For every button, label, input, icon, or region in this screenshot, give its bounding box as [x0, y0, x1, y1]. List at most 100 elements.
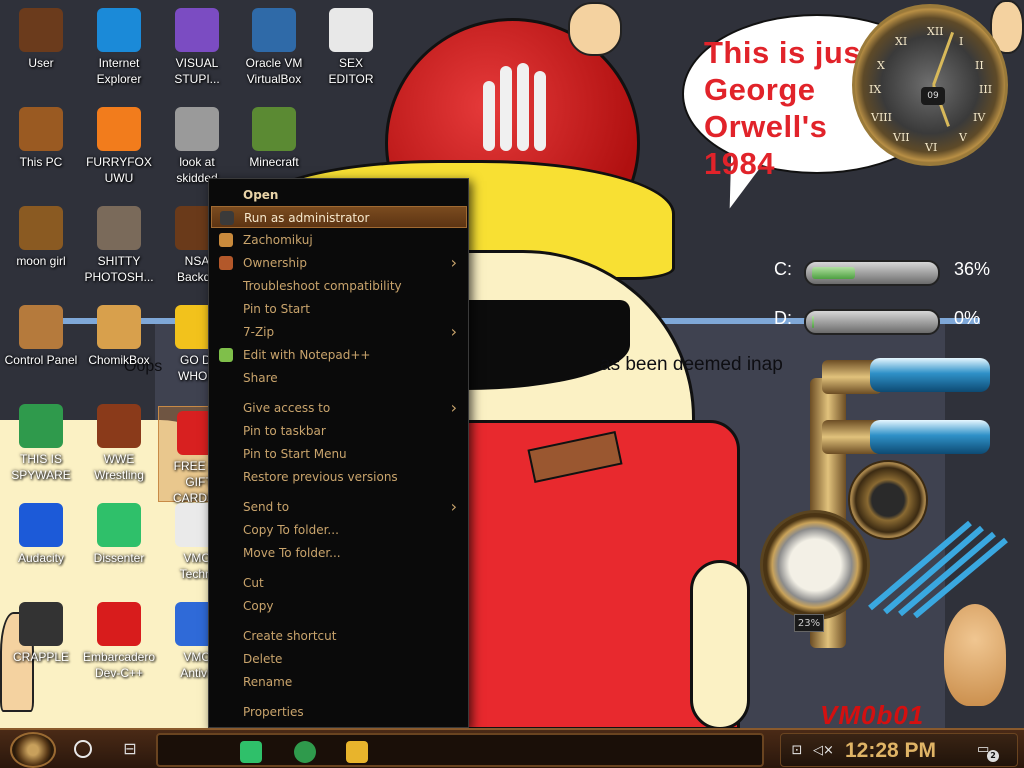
desktop-icon[interactable]: This PC [0, 103, 82, 199]
context-menu-item[interactable]: Copy [211, 595, 467, 617]
context-menu-item-label: Ownership [243, 256, 307, 270]
desktop-icon-label: Audacity [17, 551, 65, 565]
wallpaper-partial-text-right: as been deemed inap [600, 354, 783, 375]
start-button[interactable] [10, 732, 56, 768]
submenu-arrow-icon: › [450, 322, 457, 341]
drive-d-meter[interactable]: D: 0% [742, 305, 1012, 339]
menu-item-icon [219, 348, 233, 362]
context-menu-item-label: 7-Zip [243, 325, 275, 339]
context-menu-item[interactable]: Zachomikuj [211, 229, 467, 251]
context-menu-item-label: Move To folder... [243, 546, 341, 560]
context-menu-item-label: Rename [243, 675, 293, 689]
context-menu-item[interactable]: Create shortcut [211, 625, 467, 647]
desktop-icon-label: WWE Wrestling [94, 452, 144, 482]
desktop-icon-label: SHITTY PHOTOSH... [84, 254, 154, 284]
context-menu-item[interactable]: Properties [211, 701, 467, 723]
chomikbox-icon [97, 305, 141, 349]
context-menu-item-label: Cut [243, 576, 264, 590]
cortana-search-icon[interactable] [74, 740, 92, 758]
desktop-icon[interactable]: VISUAL STUPI... [156, 4, 238, 100]
gimp-icon [97, 206, 141, 250]
context-menu-item-label: Delete [243, 652, 283, 666]
context-menu-item-label: Give access to [243, 401, 331, 415]
context-menu-item-label: Restore previous versions [243, 470, 398, 484]
context-menu-item[interactable]: Move To folder... [211, 542, 467, 564]
context-menu-item-label: Pin to Start [243, 302, 310, 316]
drive-d-fill [812, 316, 814, 328]
wallpaper-signature: VM0b01 [820, 700, 925, 730]
taskbar-clock[interactable]: 12:28 PM [845, 736, 936, 766]
menu-item-icon [219, 233, 233, 247]
hank-hill-head [568, 2, 622, 56]
desktop-icon[interactable]: Dissenter [78, 499, 160, 595]
desktop-icon-label: Internet Explorer [96, 56, 142, 86]
desktop-icon[interactable]: moon girl [0, 202, 82, 298]
hex-editor-icon [329, 8, 373, 52]
desktop-icon[interactable]: Control Panel [0, 301, 82, 397]
desktop-icon[interactable]: Internet Explorer [78, 4, 160, 100]
context-menu-item[interactable]: Copy To folder... [211, 519, 467, 541]
context-menu-item-label: Pin to taskbar [243, 424, 326, 438]
desktop-icon-label: VISUAL STUPI... [174, 56, 220, 86]
context-menu-item[interactable]: Share [211, 367, 467, 389]
desktop-icon-label: Embarcadero Dev-C++ [82, 650, 156, 680]
context-menu-item[interactable]: Open [211, 184, 467, 206]
desktop-icon-label: FURRYFOX UWU [86, 155, 152, 185]
drive-c-fill [812, 267, 855, 279]
blue-tube [870, 358, 990, 392]
context-menu-item[interactable]: Troubleshoot compatibility [211, 275, 467, 297]
drive-c-meter[interactable]: C: 36% [742, 256, 1012, 290]
desktop-icon[interactable]: SHITTY PHOTOSH... [78, 202, 160, 298]
network-icon[interactable]: ⊡ [789, 743, 805, 759]
context-menu-item-label: Properties [243, 705, 304, 719]
this-pc-icon [19, 107, 63, 151]
desktop-icon[interactable]: ChomikBox [78, 301, 160, 397]
context-menu-item[interactable]: Run as administrator [211, 206, 467, 228]
file-explorer-taskbar-icon[interactable] [346, 741, 368, 763]
context-menu-item[interactable]: Ownership › [211, 252, 467, 274]
moon-girl-icon [19, 206, 63, 250]
dissenter-taskbar-icon[interactable] [240, 741, 262, 763]
menu-item-icon [219, 256, 233, 270]
taskbar: ⊟ ⊡ ◁× 12:28 PM ▭ 2 [0, 728, 1024, 768]
volume-muted-icon[interactable]: ◁× [813, 743, 834, 759]
context-menu: Open Run as administrator Zachomikuj Owners… [208, 178, 469, 728]
desktop-icon[interactable]: SEX EDITOR [310, 4, 392, 100]
desktop-icon[interactable]: THIS IS SPYWARE [0, 400, 82, 496]
context-menu-item-label: Pin to Start Menu [243, 447, 347, 461]
context-menu-item[interactable]: Pin to Start Menu [211, 443, 467, 465]
desktop-icon[interactable]: CRAPPLE [0, 598, 82, 694]
context-menu-item[interactable]: Pin to Start [211, 298, 467, 320]
desktop-icon[interactable]: Audacity [0, 499, 82, 595]
context-menu-item[interactable]: 7-Zip › [211, 321, 467, 343]
desktop-icon[interactable]: Oracle VM VirtualBox [233, 4, 315, 100]
firefox-icon [97, 107, 141, 151]
context-menu-item-label: Run as administrator [244, 211, 370, 225]
steampunk-clock-gadget[interactable]: XII I II III IV V VI VII VIII IX X XI 09 [852, 4, 1008, 166]
context-menu-item[interactable]: Pin to taskbar [211, 420, 467, 442]
devcpp-icon [97, 602, 141, 646]
context-menu-item[interactable]: Rename [211, 671, 467, 693]
context-menu-item-label: Copy To folder... [243, 523, 339, 537]
desktop-icon-label: User [28, 56, 54, 70]
action-center-icon[interactable]: ▭ 2 [977, 740, 999, 762]
context-menu-item[interactable]: Delete [211, 648, 467, 670]
desktop-icon[interactable]: User [0, 4, 82, 100]
context-menu-item[interactable]: Give access to › [211, 397, 467, 419]
context-menu-item[interactable]: Send to › [211, 496, 467, 518]
context-menu-item[interactable]: Restore previous versions [211, 466, 467, 488]
context-menu-item[interactable]: Cut [211, 572, 467, 594]
task-view-icon[interactable]: ⊟ [120, 739, 140, 759]
steampunk-cpu-gauge-gadget[interactable]: 23% [760, 348, 1010, 648]
minecraft-icon [252, 107, 296, 151]
desktop-icon[interactable]: Embarcadero Dev-C++ [78, 598, 160, 694]
clock-date-window: 09 [921, 87, 945, 105]
desktop-icon[interactable]: FURRYFOX UWU [78, 103, 160, 199]
clock-hour-hand [932, 31, 955, 86]
desktop-icon[interactable]: WWE Wrestling [78, 400, 160, 496]
chrome-taskbar-icon[interactable] [294, 741, 316, 763]
desktop-icon-label: THIS IS SPYWARE [11, 452, 71, 482]
wwe-wrestling-icon [97, 404, 141, 448]
context-menu-item[interactable]: Edit with Notepad++ [211, 344, 467, 366]
desktop-icon-label: CRAPPLE [12, 650, 70, 664]
